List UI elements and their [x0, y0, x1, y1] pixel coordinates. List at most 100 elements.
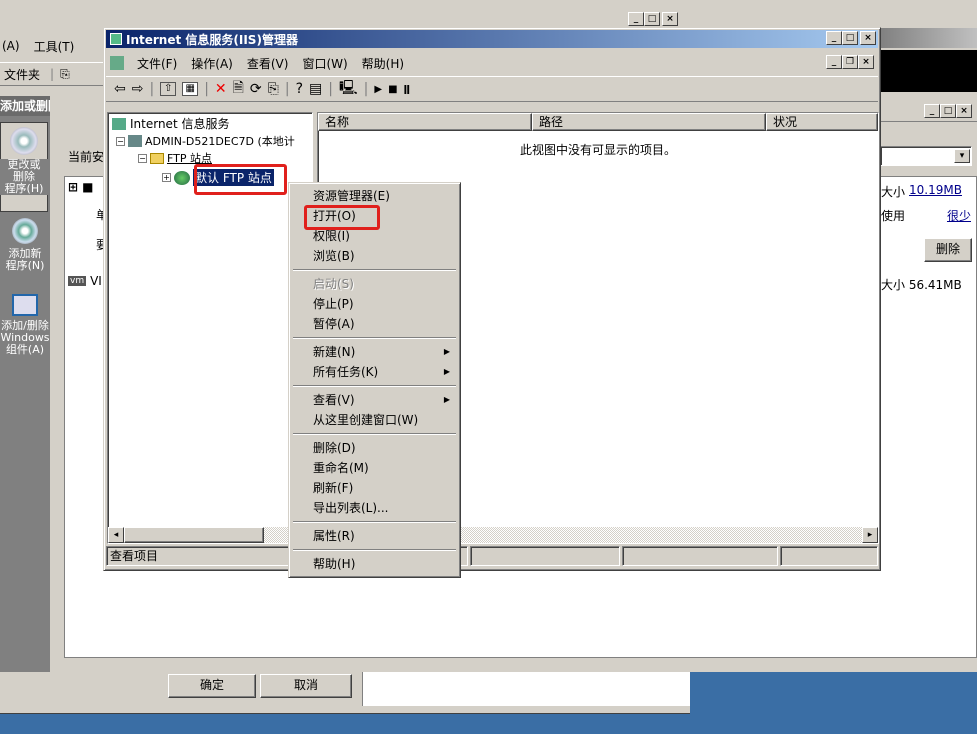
context-menu-separator: [293, 337, 456, 339]
chevron-down-icon[interactable]: ▾: [954, 149, 970, 163]
context-menu-item[interactable]: 浏览(B): [291, 246, 458, 266]
row2-item[interactable]: vm VI: [68, 274, 102, 288]
iis-title: Internet 信息服务(IIS)管理器: [126, 32, 298, 47]
left-panel-header: 添加或删除程序: [0, 96, 50, 116]
up-level-icon[interactable]: ⇧: [160, 82, 177, 96]
back-icon[interactable]: ⇦: [114, 81, 126, 97]
export-list-icon[interactable]: ⎘: [268, 81, 279, 97]
context-menu-item-label: 权限(I): [313, 229, 350, 243]
context-menu-item-label: 启动(S): [313, 277, 354, 291]
expand-icon[interactable]: +: [162, 173, 171, 182]
menu-help[interactable]: 帮助(H): [355, 55, 411, 72]
context-menu-item-label: 资源管理器(E): [313, 189, 390, 203]
mmc-icon: [110, 56, 124, 70]
use-value[interactable]: 很少: [947, 207, 971, 224]
menu-window[interactable]: 窗口(W): [295, 55, 354, 72]
windows-components-label: 添加/删除 Windows 组件(A): [0, 319, 50, 356]
add-new-programs-button[interactable]: 添加新 程序(N): [0, 218, 50, 290]
context-menu-item[interactable]: 属性(R): [291, 526, 458, 546]
refresh-icon[interactable]: ⟳: [250, 81, 262, 97]
context-menu-item[interactable]: 从这里创建窗口(W): [291, 410, 458, 430]
minimize-icon[interactable]: _: [826, 31, 842, 45]
change-remove-programs-button[interactable]: 更改或 删除 程序(H): [0, 122, 48, 212]
view-icon[interactable]: ▤: [309, 81, 322, 97]
cancel-button[interactable]: 取消: [260, 674, 352, 698]
dialog-blank-area: [362, 672, 690, 706]
row1-bold: ⊞ ■: [68, 180, 94, 194]
maximize-icon[interactable]: □: [842, 31, 858, 45]
properties-icon[interactable]: 🗎: [233, 77, 244, 101]
context-menu-item-label: 停止(P): [313, 297, 354, 311]
maximize-icon[interactable]: □: [644, 12, 660, 26]
stop-icon[interactable]: ■: [388, 84, 397, 95]
submenu-arrow-icon: ▶: [443, 347, 450, 356]
menu-action[interactable]: 操作(A): [184, 55, 240, 72]
context-menu-item[interactable]: 资源管理器(E): [291, 186, 458, 206]
copy-icon[interactable]: ⎘: [60, 67, 70, 82]
use-label: 使用: [881, 209, 906, 223]
restore-icon[interactable]: ❐: [842, 55, 858, 69]
col-path[interactable]: 路径: [532, 113, 766, 131]
close-icon[interactable]: ×: [858, 55, 874, 69]
sort-dropdown[interactable]: ▾: [880, 146, 972, 166]
context-menu-item[interactable]: 新建(N) ▶: [291, 342, 458, 362]
right-window-controls: _ □ ×: [924, 104, 972, 118]
tree-root[interactable]: Internet 信息服务: [112, 115, 229, 132]
delete-program-button[interactable]: 删除: [924, 238, 972, 262]
context-menu-item[interactable]: 所有任务(K) ▶: [291, 362, 458, 382]
context-menu-item[interactable]: 导出列表(L)...: [291, 498, 458, 518]
size-row-2: 大小 56.41MB: [881, 278, 962, 292]
collapse-icon[interactable]: −: [116, 136, 125, 146]
context-menu-item: 启动(S): [291, 274, 458, 294]
menu-file[interactable]: 文件(F): [130, 55, 184, 72]
pause-icon[interactable]: ǁ: [404, 84, 411, 95]
context-menu-item[interactable]: 刷新(F): [291, 478, 458, 498]
bg-menu-tools[interactable]: 工具(T): [34, 38, 75, 55]
menu-view[interactable]: 查看(V): [240, 55, 296, 72]
context-menu-item-label: 暂停(A): [313, 317, 355, 331]
scroll-left-icon[interactable]: ◂: [108, 527, 124, 543]
windows-components-button[interactable]: 添加/删除 Windows 组件(A): [0, 294, 50, 384]
computer-icon[interactable]: 🖳: [339, 77, 358, 101]
status-panel-2: [470, 546, 620, 566]
close-icon[interactable]: ×: [662, 12, 678, 26]
context-menu-item[interactable]: 查看(V) ▶: [291, 390, 458, 410]
col-status[interactable]: 状况: [766, 113, 878, 131]
start-icon[interactable]: ▶: [374, 84, 382, 95]
context-menu-separator: [293, 433, 456, 435]
forward-icon[interactable]: ⇨: [132, 81, 144, 97]
context-menu-item[interactable]: 暂停(A): [291, 314, 458, 334]
scroll-thumb[interactable]: [124, 527, 264, 543]
tree-server[interactable]: − ADMIN-D521DEC7D (本地计: [116, 133, 295, 149]
help-icon[interactable]: ?: [296, 81, 303, 97]
minimize-icon[interactable]: _: [924, 104, 940, 118]
close-icon[interactable]: ×: [956, 104, 972, 118]
context-menu-item-label: 删除(D): [313, 441, 356, 455]
server-icon: [128, 135, 142, 147]
close-icon[interactable]: ×: [860, 31, 876, 45]
context-menu-item[interactable]: 停止(P): [291, 294, 458, 314]
context-menu-item[interactable]: 重命名(M): [291, 458, 458, 478]
bg-menu-action[interactable]: (A): [2, 39, 20, 53]
context-menu-item-label: 属性(R): [313, 529, 355, 543]
minimize-icon[interactable]: _: [628, 12, 644, 26]
folders-button[interactable]: 文件夹: [4, 66, 40, 83]
delete-icon[interactable]: ✕: [215, 81, 227, 97]
scroll-right-icon[interactable]: ▸: [862, 527, 878, 543]
show-hide-tree-icon[interactable]: ▦: [182, 82, 199, 96]
size-value[interactable]: 10.19MB: [909, 183, 962, 200]
minimize-icon[interactable]: _: [826, 55, 842, 69]
toolbar-separator: |: [328, 81, 333, 97]
submenu-arrow-icon: ▶: [443, 395, 450, 404]
context-menu-item[interactable]: 帮助(H): [291, 554, 458, 574]
context-menu-item[interactable]: 删除(D): [291, 438, 458, 458]
col-name[interactable]: 名称: [318, 113, 532, 131]
collapse-icon[interactable]: −: [138, 153, 147, 163]
ok-button[interactable]: 确定: [168, 674, 256, 698]
maximize-icon[interactable]: □: [940, 104, 956, 118]
tree-hscrollbar[interactable]: ◂: [108, 527, 312, 543]
open-item-highlight: [304, 205, 380, 230]
context-menu-separator: [293, 385, 456, 387]
status-panel-3: [622, 546, 778, 566]
toolbar-separator: |: [363, 81, 369, 97]
